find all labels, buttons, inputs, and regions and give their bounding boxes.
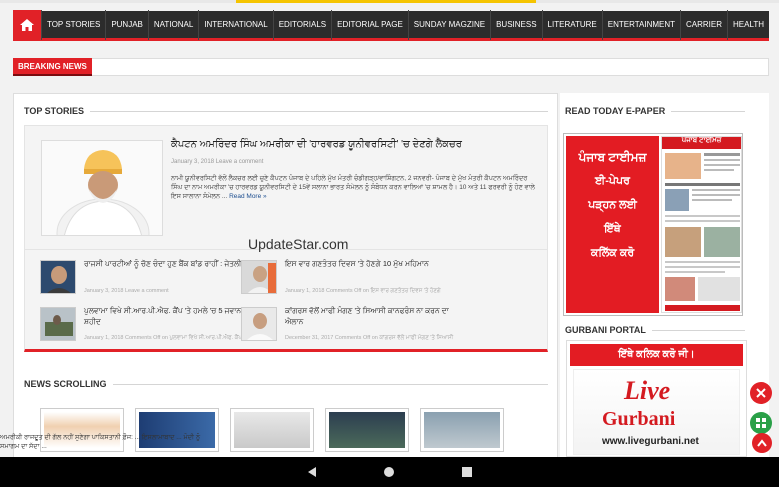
news-scrolling-title: NEWS SCROLLING — [24, 379, 107, 389]
story-thumbnail[interactable] — [241, 260, 277, 294]
featured-story-excerpt-text: ਨਾਮੀ ਯੂਨੀਵਰਸਿਟੀ ਵੱਲੋਂ ਲੈਕਚਰ ਲਈ ਚੁਣੇ ਕੈਪਟ… — [171, 175, 535, 200]
top-accent-line — [0, 0, 779, 3]
gurbani-banner[interactable]: ਇੱਥੇ ਕਲਿਕ ਕਰੋ ਜੀ। Live Gurbani www.liveg… — [566, 340, 747, 457]
live-gurbani-logo[interactable]: Live Gurbani www.livegurbani.net — [573, 369, 740, 455]
featured-story-title[interactable]: ਕੈਪਟਨ ਅਮਰਿੰਦਰ ਸਿੰਘ ਅਮਰੀਕਾ ਦੀ 'ਹਾਰਵਰਡ ਯੂਨ… — [171, 139, 462, 150]
read-more-link[interactable]: Read More » — [229, 193, 267, 200]
close-button[interactable] — [750, 382, 772, 404]
featured-story-excerpt: ਨਾਮੀ ਯੂਨੀਵਰਸਿਟੀ ਵੱਲੋਂ ਲੈਕਚਰ ਲਈ ਚੁਣੇ ਕੈਪਟ… — [171, 174, 539, 201]
epaper-heading: READ TODAY E-PAPER — [565, 106, 745, 116]
story-title[interactable]: ਰਾਜਸੀ ਪਾਰਟੀਆਂ ਨੂੰ ਚੋਣ ਚੰਦਾ ਹੁਣ ਬੈਂਕ ਬਾਂਡ… — [84, 258, 254, 269]
featured-story: ਕੈਪਟਨ ਅਮਰਿੰਦਰ ਸਿੰਘ ਅਮਰੀਕਾ ਦੀ 'ਹਾਰਵਰਡ ਯੂਨ… — [24, 125, 548, 250]
epaper-masthead: ਪੰਜਾਬ ਟਾਈਮਜ਼ — [662, 137, 741, 149]
back-icon[interactable] — [306, 466, 318, 478]
nav-item-health[interactable]: HEALTH — [727, 9, 769, 40]
epaper-banner[interactable]: ਪੰਜਾਬ ਟਾਈਮਜ਼ ਈ-ਪੇਪਰ ਪੜ੍ਹਨ ਲਈ ਇੱਥੇ ਕਲਿੱਕ … — [563, 133, 743, 316]
epaper-cta[interactable]: ਪੰਜਾਬ ਟਾਈਮਜ਼ ਈ-ਪੇਪਰ ਪੜ੍ਹਨ ਲਈ ਇੱਥੇ ਕਲਿੱਕ … — [566, 136, 659, 313]
recents-icon[interactable] — [461, 466, 473, 478]
watermark-text: UpdateStar.com — [248, 236, 349, 252]
list-item[interactable]: ਇਸ ਵਾਰ ਗਣਤੰਤਰ ਦਿਵਸ 'ਤੇ ਹੋਣਗੇ 10 ਮੁੱਖ ਮਹਿ… — [241, 258, 491, 304]
grid-icon — [756, 418, 766, 428]
nav-item-punjab[interactable]: PUNJAB — [105, 9, 148, 40]
breaking-news-label: BREAKING NEWS — [13, 58, 92, 76]
home-circle-icon[interactable] — [383, 466, 395, 478]
android-navigation-bar — [0, 457, 779, 487]
epaper-line: ਇੱਥੇ — [604, 223, 621, 235]
story-meta: January 1, 2018 Comments Off on ਇਸ ਵਾਰ ਗ… — [285, 288, 441, 294]
story-meta: January 1, 2018 Comments Off on ਪੁਲਵਾਮਾ … — [84, 335, 242, 341]
list-item[interactable]: ਕਾਂਗਰਸ ਵੱਲੋਂ ਮਾਫੀ ਮੰਗਣ 'ਤੇ ਸਿਆਸੀ ਕਾਨਫਰੰਸ… — [241, 305, 491, 351]
nav-item-editorials[interactable]: EDITORIALS — [272, 9, 331, 40]
scroll-thumbnail[interactable] — [230, 408, 314, 452]
scroll-thumbnail[interactable] — [420, 408, 504, 452]
share-button[interactable] — [750, 412, 772, 434]
scroll-thumbnail[interactable] — [325, 408, 409, 452]
nav-item-editorial-page[interactable]: EDITORIAL PAGE — [331, 9, 408, 40]
nav-item-entertainment[interactable]: ENTERTAINMENT — [601, 9, 680, 40]
featured-story-meta: January 3, 2018 Leave a comment — [171, 159, 264, 165]
story-meta: December 31, 2017 Comments Off on ਕਾਂਗਰਸ… — [285, 335, 454, 341]
story-thumbnail[interactable] — [40, 260, 76, 294]
top-stories-grid: ਰਾਜਸੀ ਪਾਰਟੀਆਂ ਨੂੰ ਚੋਣ ਚੰਦਾ ਹੁਣ ਬੈਂਕ ਬਾਂਡ… — [24, 250, 548, 352]
epaper-title: ਪੰਜਾਬ ਟਾਈਮਜ਼ — [578, 150, 647, 164]
news-ticker-text: ਅਮਰੀਕੀ ਰਾਜਦੂਤ ਦੀ ਗੱਲ ਨਹੀਂ ਸੁਣੇਗਾ ਪਾਕਿਸਤਾ… — [0, 434, 201, 450]
nav-item-international[interactable]: INTERNATIONAL — [198, 9, 272, 40]
epaper-line: ਪੜ੍ਹਨ ਲਈ — [588, 199, 637, 211]
home-icon — [19, 18, 34, 31]
epaper-line: ਕਲਿੱਕ ਕਰੋ — [590, 247, 635, 259]
nav-item-business[interactable]: BUSINESS — [490, 9, 541, 40]
epaper-preview[interactable]: ਪੰਜਾਬ ਟਾਈਮਜ਼ — [661, 136, 742, 313]
main-navigation: TOP STORIES PUNJAB NATIONAL INTERNATIONA… — [13, 9, 769, 41]
story-thumbnail[interactable] — [40, 307, 76, 341]
nav-item-sunday-magzine[interactable]: SUNDAY MAGZINE — [407, 9, 490, 40]
scroll-to-top-button[interactable] — [752, 433, 772, 453]
nav-item-carrier[interactable]: CARRIER — [680, 9, 727, 40]
home-button[interactable] — [13, 9, 41, 40]
story-title[interactable]: ਇਸ ਵਾਰ ਗਣਤੰਤਰ ਦਿਵਸ 'ਤੇ ਹੋਣਗੇ 10 ਮੁੱਖ ਮਹਿ… — [285, 258, 455, 269]
story-title[interactable]: ਪੁਲਵਾਮਾ ਵਿਖੇ ਸੀ.ਆਰ.ਪੀ.ਐਫ. ਕੈਂਪ 'ਤੇ ਹਮਲੇ … — [84, 305, 254, 327]
story-title[interactable]: ਕਾਂਗਰਸ ਵੱਲੋਂ ਮਾਫੀ ਮੰਗਣ 'ਤੇ ਸਿਆਸੀ ਕਾਨਫਰੰਸ… — [285, 305, 455, 327]
nav-item-literature[interactable]: LITERATURE — [541, 9, 602, 40]
logo-url-text: www.livegurbani.net — [602, 436, 699, 447]
news-scrolling-heading: NEWS SCROLLING — [24, 379, 548, 389]
epaper-line: ਈ-ਪੇਪਰ — [595, 175, 630, 187]
chevron-up-icon — [757, 439, 767, 447]
featured-story-image[interactable] — [41, 140, 163, 236]
gurbani-click-bar[interactable]: ਇੱਥੇ ਕਲਿਕ ਕਰੋ ਜੀ। — [570, 344, 743, 366]
logo-gurbani-text: Gurbani — [602, 408, 676, 430]
gurbani-heading: GURBANI PORTAL — [565, 325, 745, 335]
breaking-news-bar: BREAKING NEWS — [13, 58, 769, 76]
top-stories-heading: TOP STORIES — [24, 106, 548, 116]
nav-item-top-stories[interactable]: TOP STORIES — [40, 9, 105, 40]
gurbani-heading-text: GURBANI PORTAL — [565, 325, 646, 335]
close-icon — [756, 388, 766, 398]
logo-live-text: Live — [624, 376, 671, 405]
story-meta: January 3, 2018 Leave a comment — [84, 288, 169, 294]
story-thumbnail[interactable] — [241, 307, 277, 341]
nav-item-national[interactable]: NATIONAL — [147, 9, 198, 40]
top-stories-title: TOP STORIES — [24, 106, 85, 116]
epaper-heading-text: READ TODAY E-PAPER — [565, 106, 666, 116]
